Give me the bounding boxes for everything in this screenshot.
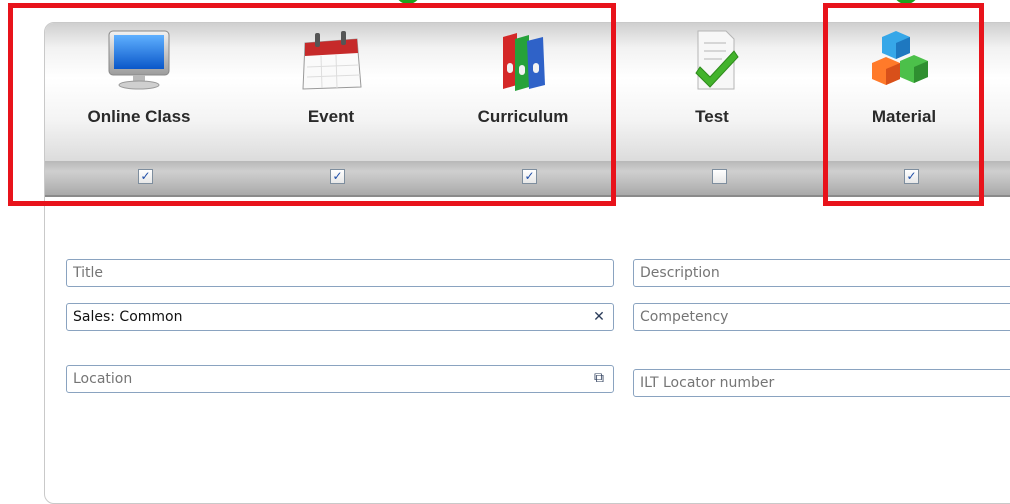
description-input[interactable]	[633, 259, 1010, 287]
tool-label: Test	[695, 107, 729, 126]
ilt-locator-input[interactable]	[633, 369, 1010, 397]
clear-icon[interactable]: ✕	[589, 307, 609, 327]
screenshot-stage: Online Class Event Curriculum Test Mater…	[0, 0, 1010, 504]
tool-test[interactable]: Test	[637, 23, 787, 161]
title-input[interactable]	[66, 259, 614, 287]
location-input[interactable]	[66, 365, 614, 393]
highlight-box-right	[823, 3, 984, 206]
competency-input[interactable]	[633, 303, 1010, 331]
highlight-box-left	[8, 3, 616, 206]
lookup-icon[interactable]: ⧉	[589, 368, 609, 388]
checkbox-test[interactable]	[712, 169, 727, 184]
test-document-icon	[695, 30, 739, 90]
sales-input[interactable]	[66, 303, 614, 331]
